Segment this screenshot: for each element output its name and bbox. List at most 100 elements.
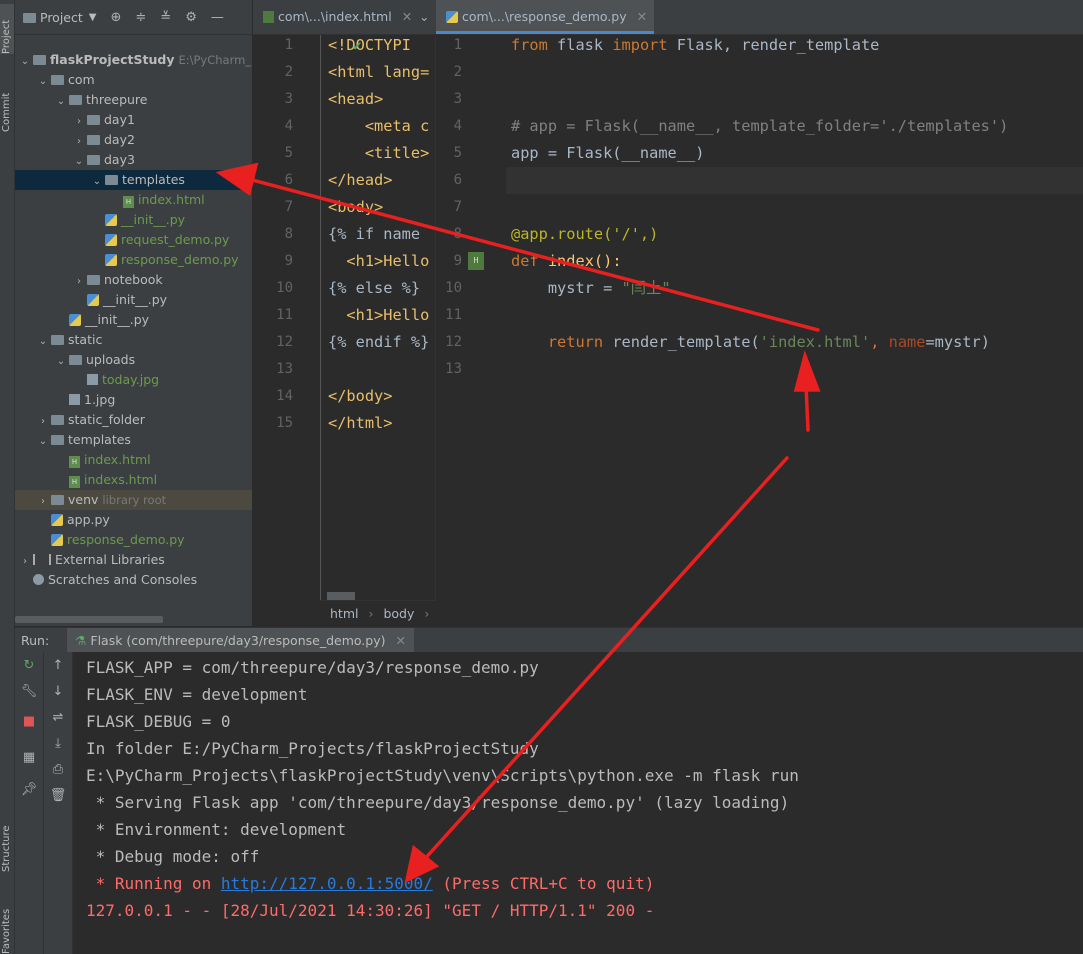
tree-item[interactable]: Hindexs.html	[15, 470, 252, 490]
line-number: 7	[453, 199, 462, 215]
tree-item-label: venv	[68, 492, 99, 507]
tree-item[interactable]: ⌄ static	[15, 330, 252, 350]
breadcrumb-body[interactable]: body	[383, 606, 414, 621]
tree-item-label: 1.jpg	[84, 392, 116, 407]
tree-item[interactable]: › notebook	[15, 270, 252, 290]
stop-icon[interactable]: ■	[15, 714, 43, 729]
tree-item[interactable]: ⌄ templates	[15, 430, 252, 450]
code-line-12: return render_template('index.html', nam…	[511, 329, 990, 356]
chevron-right-icon[interactable]: ›	[37, 492, 49, 512]
chevron-right-icon[interactable]: ›	[73, 112, 85, 132]
tree-item[interactable]: Hindex.html	[15, 450, 252, 470]
tree-item[interactable]: __init__.py	[15, 290, 252, 310]
arrow-up-icon[interactable]: ↑	[44, 658, 72, 673]
tree-item[interactable]: ⌄ com	[15, 70, 252, 90]
chevron-down-icon[interactable]: ▼	[89, 12, 97, 23]
folder-icon	[87, 135, 100, 145]
route-gutter-icon[interactable]: H	[468, 252, 484, 270]
tree-item[interactable]: ⌄ templates	[15, 170, 252, 190]
tree-item[interactable]: ⌄ flaskProjectStudy E:\PyCharm_Pr	[15, 50, 252, 70]
chevron-down-icon[interactable]: ⌄	[37, 432, 49, 452]
hide-icon[interactable]: —	[211, 10, 224, 25]
chevron-down-icon[interactable]: ⌄	[55, 92, 67, 112]
collapse-all-icon[interactable]: ≚	[160, 10, 171, 25]
tree-item[interactable]: today.jpg	[15, 370, 252, 390]
folder-icon	[51, 435, 64, 445]
structure-tool-button[interactable]: Structure	[0, 816, 14, 872]
chevron-down-icon[interactable]: ⌄	[91, 172, 103, 192]
soft-wrap-icon[interactable]: ⇌	[44, 710, 72, 725]
scratches-icon	[33, 574, 44, 585]
chevron-right-icon[interactable]: ›	[73, 272, 85, 292]
server-url-link[interactable]: http://127.0.0.1:5000/	[221, 874, 433, 893]
tab-index-html[interactable]: com\...\index.html ✕	[253, 0, 431, 34]
html-editor[interactable]: 1 <!DOCTYPI 2 <html lang= 3 <head> 4 <meta c5 …	[253, 35, 436, 600]
trash-icon[interactable]: 🗑︎	[44, 788, 72, 803]
tree-item-label: day1	[104, 112, 135, 127]
tab-response-demo-py[interactable]: com\...\response_demo.py ✕	[436, 0, 654, 34]
commit-tool-button[interactable]: Commit	[0, 86, 14, 132]
line-number: 8	[284, 226, 293, 242]
tree-item[interactable]: › venv library root	[15, 490, 252, 510]
tree-item[interactable]: response_demo.py	[15, 250, 252, 270]
tree-item[interactable]: request_demo.py	[15, 230, 252, 250]
run-tab[interactable]: ⚗ Flask (com/threepure/day3/response_dem…	[67, 628, 414, 655]
tree-item-label: indexs.html	[84, 472, 158, 487]
project-scrollbar[interactable]	[15, 616, 163, 623]
project-tool-button[interactable]: Project	[0, 4, 14, 54]
console-output[interactable]: FLASK_APP = com/threepure/day3/response_…	[73, 652, 1083, 954]
print-icon[interactable]: ⎙	[44, 762, 72, 777]
locate-icon[interactable]: ⊕	[110, 10, 121, 25]
folder-icon	[51, 335, 64, 345]
tree-item[interactable]: ⌄ threepure	[15, 90, 252, 110]
keyword: def	[511, 252, 539, 270]
gear-icon[interactable]: ⚙	[185, 10, 197, 25]
code-line-5: app = Flask(__name__)	[511, 144, 705, 162]
rerun-icon[interactable]: ↻	[15, 658, 43, 673]
project-view-dropdown[interactable]: Project	[40, 10, 83, 25]
python-editor[interactable]: 1 2 3 4 5 6 7 8 9 10 11 12 13 H from flask import Fl…	[436, 35, 1083, 626]
tree-item[interactable]: › day2	[15, 130, 252, 150]
layout-icon[interactable]: ▦	[15, 750, 43, 765]
editor-scrollbar[interactable]	[327, 592, 355, 600]
chevron-down-icon[interactable]: ⌄	[73, 152, 85, 172]
expand-all-icon[interactable]: ≑	[135, 10, 146, 25]
favorites-tool-button[interactable]: Favorites	[0, 900, 14, 954]
chevron-right-icon[interactable]: ›	[73, 132, 85, 152]
console-line: FLASK_ENV = development	[86, 685, 308, 704]
keyword: import	[612, 36, 668, 54]
chevron-down-icon[interactable]: ⌄	[19, 52, 31, 72]
breadcrumb-html[interactable]: html	[330, 606, 358, 621]
request-log-line: 127.0.0.1 - - [28/Jul/2021 14:30:26] "GE…	[86, 901, 655, 920]
chevron-down-icon[interactable]: ⌄	[37, 72, 49, 92]
close-icon[interactable]: ✕	[395, 633, 405, 648]
line-number: 9	[453, 253, 462, 269]
tree-item[interactable]: Scratches and Consoles	[15, 570, 252, 590]
chevron-right-icon[interactable]: ›	[37, 412, 49, 432]
tree-item[interactable]: ⌄ day3	[15, 150, 252, 170]
tree-item[interactable]: › static_folder	[15, 410, 252, 430]
tree-item[interactable]: 1.jpg	[15, 390, 252, 410]
tree-item[interactable]: › day1	[15, 110, 252, 130]
scroll-to-end-icon[interactable]: ⤓	[44, 736, 72, 751]
tree-item[interactable]: app.py	[15, 510, 252, 530]
code-line-4: # app = Flask(__name__, template_folder=…	[511, 117, 1009, 135]
tree-item[interactable]: Hindex.html	[15, 190, 252, 210]
arrow-down-icon[interactable]: ↓	[44, 684, 72, 699]
tree-item[interactable]: response_demo.py	[15, 530, 252, 550]
tree-item-extra: E:\PyCharm_Pr	[178, 53, 252, 67]
pin-icon[interactable]: 📌︎	[15, 782, 43, 797]
python-file-icon	[105, 254, 117, 266]
chevron-down-icon[interactable]: ⌄	[37, 332, 49, 352]
imports: Flask, render_template	[667, 36, 880, 54]
chevron-right-icon[interactable]: ›	[19, 552, 31, 572]
tree-item[interactable]: __init__.py	[15, 210, 252, 230]
variable: mystr =	[511, 279, 622, 297]
close-icon[interactable]: ✕	[637, 9, 647, 24]
tree-item[interactable]: ⌄ uploads	[15, 350, 252, 370]
wrench-icon[interactable]: 🔧︎	[15, 684, 43, 699]
tree-item[interactable]: __init__.py	[15, 310, 252, 330]
chevron-down-icon[interactable]: ⌄	[411, 0, 439, 34]
chevron-down-icon[interactable]: ⌄	[55, 352, 67, 372]
tree-item[interactable]: › External Libraries	[15, 550, 252, 570]
